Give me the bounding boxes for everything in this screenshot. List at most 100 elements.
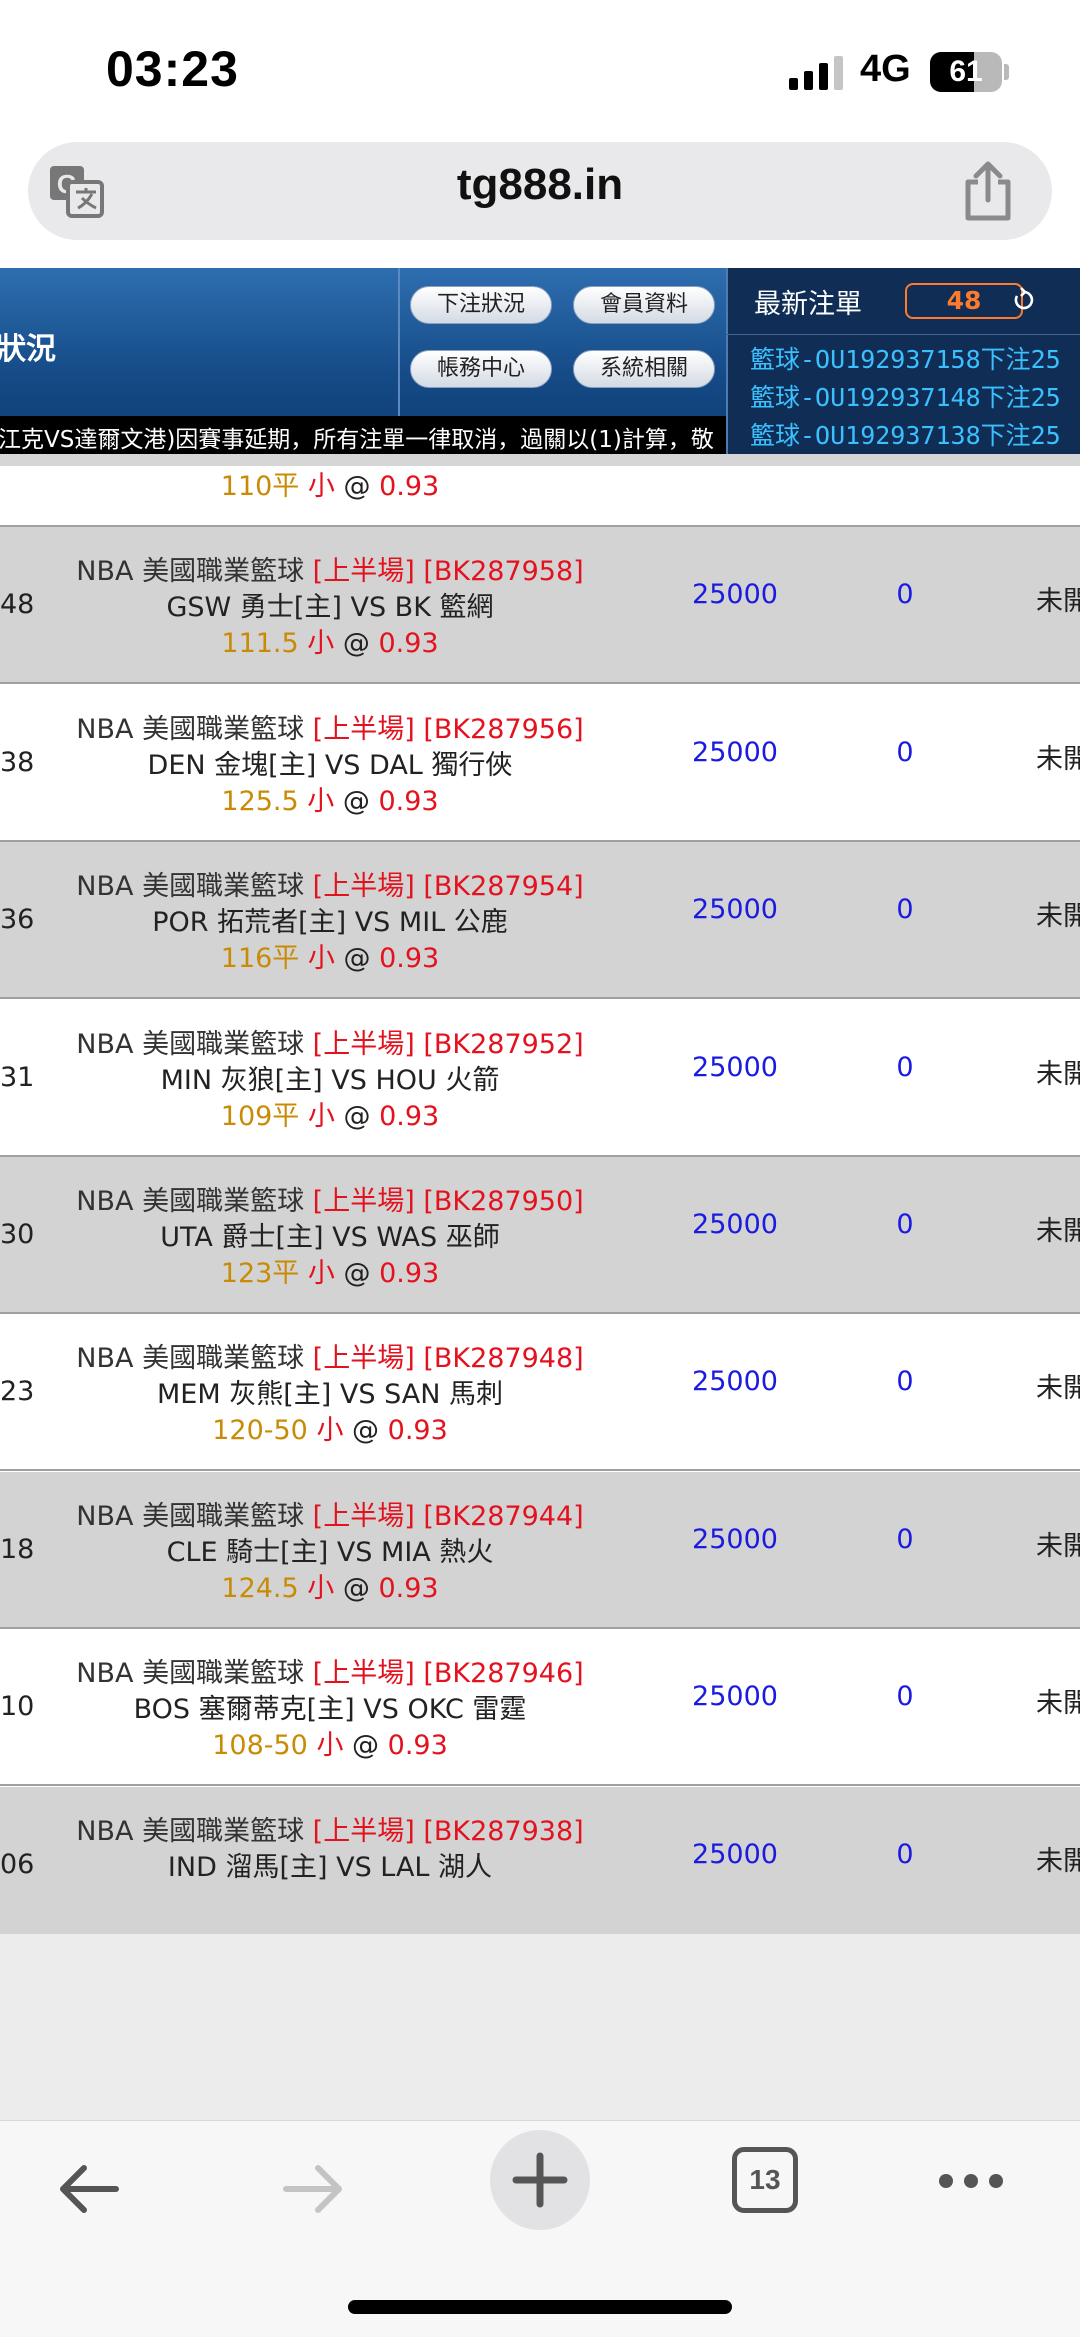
- league-name: NBA 美國職業籃球: [76, 556, 305, 588]
- latest-divider: [726, 334, 1080, 335]
- at-sign: @: [343, 471, 371, 502]
- matchup: IND 溜馬[主] VS LAL 湖人: [167, 1851, 493, 1883]
- league-line: NBA 美國職業籃球 [上半場] [BK287950]: [20, 1179, 640, 1218]
- system-button[interactable]: 系統相關: [573, 350, 715, 388]
- header-divider: [398, 268, 400, 418]
- line-value: 124.5: [221, 1572, 299, 1604]
- battery-percent: 61: [949, 55, 983, 88]
- bet-amount: 25000: [692, 1523, 778, 1555]
- member-info-button[interactable]: 會員資料: [573, 286, 715, 324]
- period-tag: [上半場] [BK287950]: [312, 1186, 584, 1217]
- bet-line: 120-50 小 @ 0.93: [20, 1408, 640, 1447]
- matchup: DEN 金塊[主] VS DAL 獨行俠: [147, 749, 513, 781]
- league-line: NBA 美國職業籃球 [上半場] [BK287956]: [20, 707, 640, 746]
- refresh-icon[interactable]: [1012, 286, 1036, 314]
- latest-bets-count: 48: [905, 283, 1023, 319]
- latest-bet-item[interactable]: 籃球-OU192937148下注25: [750, 378, 1061, 414]
- home-indicator: [348, 2300, 732, 2314]
- announcement-text: 江克VS達爾文港)因賽事延期，所有注單一律取消，過關以(1)計算，敬: [0, 427, 714, 453]
- latest-bet-item[interactable]: 籃球-OU192937138下注25: [750, 416, 1061, 452]
- bet-row[interactable]: 31 NBA 美國職業籃球 [上半場] [BK287952] MIN 灰狼[主] V…: [0, 999, 1080, 1157]
- league-name: NBA 美國職業籃球: [76, 1500, 305, 1532]
- odds-value: 0.93: [387, 1415, 448, 1447]
- period-tag: [上半場] [BK287958]: [312, 556, 584, 588]
- league-line: NBA 美國職業籃球 [上半場] [BK287938]: [20, 1809, 640, 1848]
- bet-line: 123平 小 @ 0.93: [20, 1251, 640, 1290]
- odds-value: 0.93: [378, 785, 439, 817]
- at-sign: @: [343, 943, 371, 975]
- odds-value: 0.93: [379, 943, 440, 975]
- line-value: 125.5: [221, 785, 299, 817]
- matchup: UTA 爵士[主] VS WAS 巫師: [160, 1222, 500, 1253]
- bet-row[interactable]: 06 NBA 美國職業籃球 [上半場] [BK287938] IND 溜馬[主] V…: [0, 1786, 1080, 1934]
- league-name: NBA 美國職業籃球: [76, 1186, 305, 1217]
- back-arrow-icon[interactable]: [54, 2154, 124, 2224]
- league-line: NBA 美國職業籃球 [上半場] [BK287952]: [20, 1022, 640, 1061]
- url-text[interactable]: tg888.in: [0, 160, 1080, 210]
- bet-status: 未開: [1036, 1058, 1080, 1090]
- bet-row[interactable]: 10 NBA 美國職業籃球 [上半場] [BK287946] BOS 塞爾蒂克[主]…: [0, 1629, 1080, 1787]
- bet-status: 未開: [1036, 1373, 1080, 1405]
- bet-line: 124.5 小 @ 0.93: [20, 1566, 640, 1605]
- bet-amount: 25000: [692, 1209, 778, 1240]
- line-value: 123平: [220, 1258, 300, 1289]
- line-value: 116平: [220, 943, 300, 975]
- bet-row[interactable]: 30 NBA 美國職業籃球 [上半場] [BK287950] UTA 爵士[主] V…: [0, 1157, 1080, 1314]
- bet-amount: 25000: [692, 1838, 778, 1870]
- bet-row[interactable]: 48 NBA 美國職業籃球 [上半場] [BK287958] GSW 勇士[主] V…: [0, 527, 1080, 685]
- line-value: 111.5: [221, 628, 299, 660]
- league-name: NBA 美國職業籃球: [76, 713, 305, 745]
- win-amount: 0: [896, 1051, 914, 1083]
- status-time: 03:23: [106, 41, 239, 97]
- more-icon[interactable]: [936, 2166, 1006, 2196]
- bet-side: 小: [307, 943, 335, 975]
- line-value: 120-50: [212, 1415, 308, 1447]
- bet-status-button[interactable]: 下注狀況: [410, 286, 552, 324]
- bet-row[interactable]: 58 LAC 快艇[主] VS TOR 暴龍110平 小 @ 0.9325000…: [0, 466, 1080, 527]
- header-bottom-border: [0, 454, 1080, 466]
- league-name: NBA 美國職業籃球: [76, 1343, 305, 1375]
- bet-line: 108-50 小 @ 0.93: [20, 1723, 640, 1762]
- bet-row[interactable]: 18 NBA 美國職業籃球 [上半場] [BK287944] CLE 騎士[主] V…: [0, 1471, 1080, 1629]
- bet-row[interactable]: 23 NBA 美國職業籃球 [上半場] [BK287948] MEM 灰熊[主] V…: [0, 1314, 1080, 1472]
- bet-status: 未開: [1036, 1530, 1080, 1562]
- bet-status: 未開: [1036, 1216, 1080, 1247]
- period-tag: [上半場] [BK287938]: [312, 1815, 584, 1847]
- bet-row[interactable]: 36 NBA 美國職業籃球 [上半場] [BK287954] POR 拓荒者[主] …: [0, 842, 1080, 1000]
- odds-value: 0.93: [378, 628, 439, 660]
- at-sign: @: [342, 785, 370, 817]
- at-sign: @: [342, 628, 370, 660]
- bet-side: 小: [316, 1730, 344, 1762]
- odds-value: 0.93: [387, 1730, 448, 1762]
- tabs-count-button[interactable]: 13: [732, 2147, 798, 2213]
- league-line: NBA 美國職業籃球 [上半場] [BK287958]: [20, 549, 640, 588]
- line-value: 110平: [220, 471, 300, 502]
- at-sign: @: [343, 1258, 371, 1289]
- bet-amount: 25000: [692, 736, 778, 768]
- bet-amount: 25000: [692, 1051, 778, 1083]
- period-tag: [上半場] [BK287954]: [312, 871, 584, 903]
- line-value: 108-50: [212, 1730, 308, 1762]
- forward-arrow-icon[interactable]: [278, 2154, 348, 2224]
- period-tag: [上半場] [BK287946]: [312, 1658, 584, 1690]
- matchup: MIN 灰狼[主] VS HOU 火箭: [160, 1064, 500, 1096]
- latest-bet-item[interactable]: 籃球-OU192937158下注25: [750, 340, 1061, 376]
- bet-status: 未開: [1036, 1845, 1080, 1877]
- bet-side: 小: [307, 471, 335, 502]
- league-name: NBA 美國職業籃球: [76, 871, 305, 903]
- league-line: NBA 美國職業籃球 [上半場] [BK287946]: [20, 1651, 640, 1690]
- win-amount: 0: [896, 894, 914, 926]
- bet-line: 116平 小 @ 0.93: [20, 936, 640, 975]
- bet-row[interactable]: 38 NBA 美國職業籃球 [上半場] [BK287956] DEN 金塊[主] V…: [0, 684, 1080, 842]
- account-center-button[interactable]: 帳務中心: [410, 350, 552, 388]
- win-amount: 0: [896, 579, 914, 611]
- announcement-marquee: 江克VS達爾文港)因賽事延期，所有注單一律取消，過關以(1)計算，敬: [0, 416, 726, 454]
- bets-table[interactable]: 58 LAC 快艇[主] VS TOR 暴龍110平 小 @ 0.9325000…: [0, 466, 1080, 1934]
- new-tab-button[interactable]: [490, 2130, 590, 2230]
- page-title: 狀況: [0, 332, 56, 367]
- matchup: CLE 騎士[主] VS MIA 熱火: [166, 1536, 494, 1568]
- bet-amount: 25000: [692, 1366, 778, 1398]
- bet-side: 小: [307, 628, 335, 660]
- share-icon[interactable]: [960, 160, 1016, 222]
- cellular-signal-icon: [789, 54, 844, 90]
